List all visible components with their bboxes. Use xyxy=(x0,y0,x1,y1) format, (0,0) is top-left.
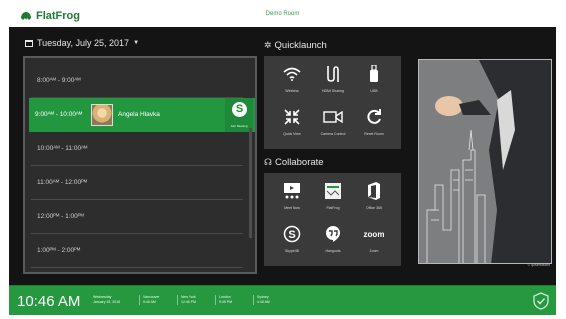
agenda-slot[interactable]: 12:00ᴾᴹ - 1:00ᴾᴹ xyxy=(31,200,243,234)
world-clock-new-york: New York 12:46 PM xyxy=(177,295,196,305)
camera-control-label: Camera Control xyxy=(320,132,346,136)
join-skype-button[interactable]: S Join Meeting xyxy=(225,98,253,132)
usb-button[interactable]: USB xyxy=(354,60,394,102)
hdmi-sharing-button[interactable]: HDMI Sharing xyxy=(313,60,353,102)
refresh-icon xyxy=(367,109,381,124)
quicklaunch-title: ✲ Quicklaunch xyxy=(264,40,327,51)
world-clock-sydney: Sydney 4:46 AM xyxy=(253,295,270,305)
status-bar: 10:46 AM Wednesday January 15, 2018 Vanc… xyxy=(9,285,556,315)
collaborate-panel: Meet Now FlatFrog Office 365 S Skype4B H… xyxy=(264,173,401,266)
reset-room-button[interactable]: Reset Room xyxy=(354,103,394,145)
app-window: FlatFrog Demo Room Tuesday, July 25, 201… xyxy=(9,5,556,315)
tz-time: 4:46 AM xyxy=(257,300,270,304)
clock: 10:46 AM xyxy=(17,293,81,310)
top-bar: FlatFrog Demo Room xyxy=(9,5,556,27)
date-text: January 15, 2018 xyxy=(93,300,121,304)
expand-arrows-icon xyxy=(284,109,300,125)
businessman-drawing-city-image xyxy=(419,60,551,263)
world-clock-london: London 5:46 PM xyxy=(215,295,232,305)
agenda-scrollbar[interactable] xyxy=(249,128,252,238)
flatfrog-label: FlatFrog xyxy=(326,206,340,210)
slot-time: 9:00ᴬᴹ - 10:00ᴬᴹ xyxy=(35,111,83,118)
chevron-down-icon: ▼ xyxy=(133,40,140,46)
meeting-organizer: Angela Hlavka xyxy=(118,111,160,118)
camera-control-button[interactable]: Camera Control xyxy=(313,103,353,145)
collaborate-label: Collaborate xyxy=(275,157,324,168)
agenda-list[interactable]: 8:00ᴬᴹ - 9:00ᴬᴹ 9:00ᴬᴹ - 10:00ᴬᴹ Angela … xyxy=(23,56,257,274)
hdmi-label: HDMI Sharing xyxy=(322,89,344,93)
zoom-button[interactable]: zoom Zoom xyxy=(354,220,394,262)
calendar-icon xyxy=(25,39,33,47)
quick-view-button[interactable]: Quick View xyxy=(272,103,312,145)
hangouts-button[interactable]: Hangouts xyxy=(313,220,353,262)
agenda-slot[interactable]: 8:00ᴬᴹ - 9:00ᴬᴹ xyxy=(31,64,243,98)
wireless-label: Wireless xyxy=(285,89,299,93)
collaborate-icon: ☊ xyxy=(264,157,272,167)
office-365-button[interactable]: Office 365 xyxy=(354,177,394,219)
office-label: Office 365 xyxy=(366,206,382,210)
meet-now-button[interactable]: Meet Now xyxy=(272,177,312,219)
slot-time: 8:00ᴬᴹ - 9:00ᴬᴹ xyxy=(37,77,81,84)
svg-text:S: S xyxy=(288,229,295,241)
agenda-slot[interactable]: 1:00ᴾᴹ - 2:00ᴾᴹ xyxy=(31,234,243,268)
hangouts-label: Hangouts xyxy=(325,249,341,253)
quicklaunch-label: Quicklaunch xyxy=(274,40,327,51)
sparkle-icon: ✲ xyxy=(264,40,272,50)
presentation-icon xyxy=(284,183,300,199)
avatar xyxy=(91,104,113,126)
slot-time: 10:00ᴬᴹ - 11:00ᴬᴹ xyxy=(37,145,88,152)
agenda-slot[interactable]: 11:00ᴬᴹ - 12:00ᴾᴹ xyxy=(31,166,243,200)
camera-icon xyxy=(323,110,343,124)
hangouts-icon xyxy=(326,226,340,242)
quick-view-label: Quick View xyxy=(283,132,301,136)
hero-photo xyxy=(418,59,552,264)
usb-label: USB xyxy=(370,89,378,93)
agenda-slot-active[interactable]: 9:00ᴬᴹ - 10:00ᴬᴹ Angela Hlavka S Join Me… xyxy=(29,98,255,132)
room-name: Demo Room xyxy=(265,11,300,17)
slot-time: 11:00ᴬᴹ - 12:00ᴾᴹ xyxy=(37,179,88,186)
skype-icon: S xyxy=(232,102,247,117)
shield-check-icon[interactable] xyxy=(533,292,549,310)
tz-time: 12:46 PM xyxy=(181,300,196,304)
meet-now-label: Meet Now xyxy=(284,206,300,210)
skype-label: Skype4B xyxy=(284,249,299,253)
agenda-slot[interactable]: 10:00ᴬᴹ - 11:00ᴬᴹ xyxy=(31,132,243,166)
slot-time: 12:00ᴾᴹ - 1:00ᴾᴹ xyxy=(37,213,84,220)
reset-room-label: Reset Room xyxy=(364,132,384,136)
flatfrog-board-button[interactable]: FlatFrog xyxy=(313,177,353,219)
skype-icon: S xyxy=(283,225,301,243)
world-clock-vancouver: Vancouver 9:46 AM xyxy=(139,295,159,305)
office-icon xyxy=(368,182,380,200)
wifi-icon xyxy=(283,67,301,81)
collaborate-title: ☊ Collaborate xyxy=(264,157,324,168)
zoom-icon: zoom xyxy=(363,229,385,239)
photo-credit: © qusimbased xyxy=(527,263,550,267)
tz-time: 5:46 PM xyxy=(219,300,233,304)
zoom-label: Zoom xyxy=(369,249,379,253)
wireless-button[interactable]: Wireless xyxy=(272,60,312,102)
usb-icon xyxy=(370,65,378,82)
slot-time: 1:00ᴾᴹ - 2:00ᴾᴹ xyxy=(37,247,81,254)
date-selector[interactable]: Tuesday, July 25, 2017 ▼ xyxy=(25,38,139,48)
quicklaunch-panel: Wireless HDMI Sharing USB Quick View Cam… xyxy=(264,56,401,149)
hdmi-icon xyxy=(327,66,339,82)
date-label: Tuesday, July 25, 2017 xyxy=(37,38,130,48)
flatfrog-board-icon xyxy=(325,183,341,199)
tz-time: 9:46 AM xyxy=(143,300,156,304)
current-date: Wednesday January 15, 2018 xyxy=(93,295,120,305)
skype4b-button[interactable]: S Skype4B xyxy=(272,220,312,262)
